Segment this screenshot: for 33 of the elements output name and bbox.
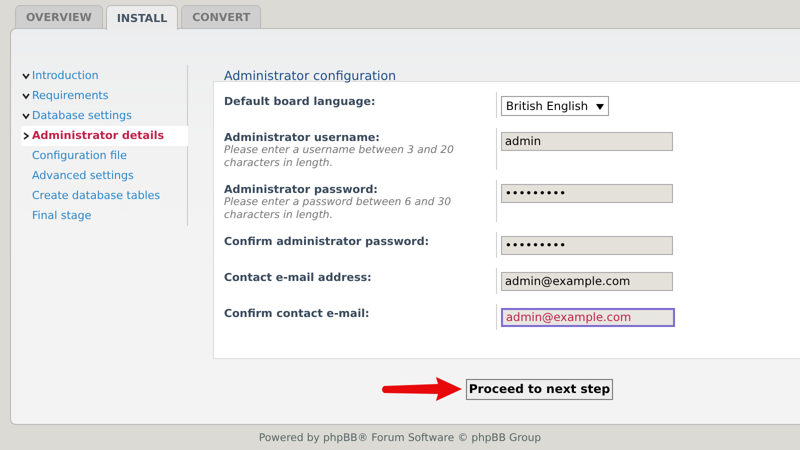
step-link[interactable]: Configuration file (21, 146, 187, 166)
password-field[interactable]: ••••••••• (501, 236, 673, 255)
field-label: Administrator username: (224, 131, 381, 144)
step-link[interactable]: Requirements (21, 86, 187, 106)
tab[interactable]: OVERVIEW (15, 5, 103, 28)
step-link[interactable]: Create database tables (21, 186, 187, 206)
bullet-icon (22, 92, 30, 100)
field-hint: Please enter a username between 3 and 20 characters in length. (224, 144, 455, 170)
field-label: Default board language: (224, 95, 376, 108)
text-field[interactable]: admin@example.com (501, 272, 673, 291)
bullet-icon (22, 112, 30, 120)
field-label: Contact e-mail address: (224, 271, 373, 284)
field-label: Confirm contact e-mail: (224, 307, 370, 320)
password-field[interactable]: ••••••••• (501, 184, 673, 203)
tab[interactable]: CONVERT (181, 5, 262, 28)
section-heading: Administrator configuration (223, 67, 398, 81)
step-link[interactable]: Database settings (21, 106, 187, 126)
text-field[interactable]: admin@example.com (501, 308, 675, 327)
step-link[interactable]: Introduction (21, 66, 187, 86)
step-link[interactable]: Final stage (21, 206, 187, 226)
bullet-icon (22, 132, 30, 140)
language-select[interactable]: British English (501, 96, 609, 116)
dropdown-arrow-icon (596, 104, 604, 110)
footer-text: Powered by phpBB® Forum Software © phpBB Group (258, 431, 542, 444)
step-link[interactable]: Administrator details (21, 126, 188, 146)
field-hint: Please enter a password between 6 and 30 characters in length. (224, 196, 452, 222)
field-label: Administrator password: (224, 183, 379, 196)
text-field[interactable]: admin (501, 132, 673, 151)
bullet-icon (22, 72, 30, 80)
tab[interactable]: INSTALL (106, 5, 178, 30)
field-label: Confirm administrator password: (224, 235, 430, 248)
submit-button[interactable]: Proceed to next step (466, 378, 614, 400)
step-link[interactable]: Advanced settings (21, 166, 187, 186)
